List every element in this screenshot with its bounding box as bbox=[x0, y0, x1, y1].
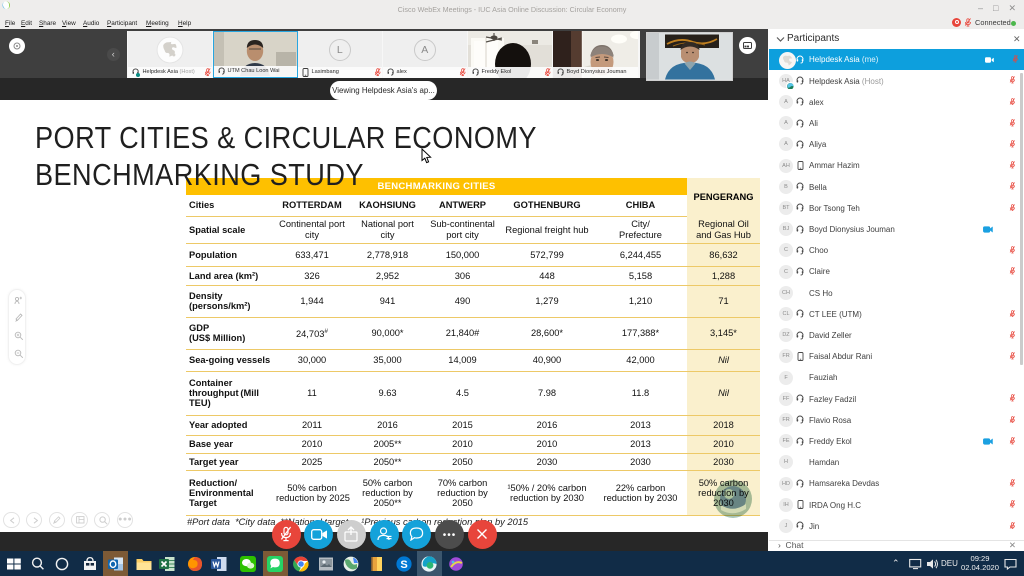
svg-text:S: S bbox=[400, 558, 407, 570]
